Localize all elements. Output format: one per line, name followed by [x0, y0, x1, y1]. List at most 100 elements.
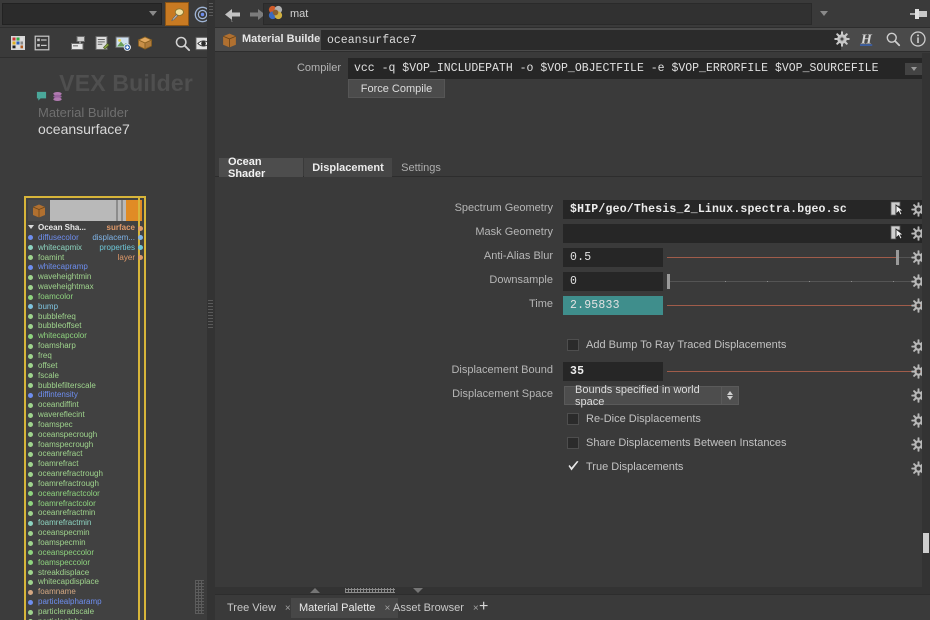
node-output-connector[interactable]	[138, 235, 143, 241]
node-param-row[interactable]: foamspecmin	[26, 538, 144, 548]
node-output-connector[interactable]	[138, 245, 143, 251]
node-input-connector[interactable]	[28, 402, 33, 408]
node-input-connector[interactable]	[28, 264, 33, 270]
node-param-row[interactable]: foamname	[26, 587, 144, 597]
network-path-field[interactable]: mat	[263, 3, 812, 25]
node-param-row[interactable]: foamsharp	[26, 341, 144, 351]
scrollbar-grip[interactable]	[345, 588, 395, 593]
network-scroll-grip[interactable]	[195, 580, 204, 614]
anti-alias-blur-slider[interactable]	[667, 248, 930, 267]
slider-handle[interactable]	[667, 274, 670, 289]
node-output-connector[interactable]	[138, 225, 143, 231]
bottom-tab-material-palette[interactable]: Material Palette ×	[291, 598, 399, 618]
node-parameter-list[interactable]: Ocean Sha... surface diffusecolor displacem…	[26, 223, 144, 620]
anti-alias-blur-input[interactable]: 0.5	[563, 248, 663, 267]
node-param-row[interactable]: whitecapramp	[26, 262, 144, 272]
node-param-row[interactable]: freq	[26, 351, 144, 361]
node-input-connector[interactable]	[28, 373, 33, 379]
back-arrow-icon[interactable]	[223, 7, 241, 22]
operator-name-input[interactable]: oceansurface7	[321, 30, 841, 50]
node-param-row[interactable]: foamrefract	[26, 459, 144, 469]
node-param-row[interactable]: offset	[26, 361, 144, 371]
node-input-connector[interactable]	[28, 392, 33, 398]
node-param-row[interactable]: foamrefractmin	[26, 518, 144, 528]
scrollbar-thumb[interactable]	[923, 533, 929, 553]
chevron-down-icon[interactable]	[149, 11, 157, 16]
add-tab-button[interactable]: +	[479, 599, 488, 615]
node-input-connector[interactable]	[28, 589, 33, 595]
time-slider[interactable]	[667, 296, 930, 315]
node-input-connector[interactable]	[28, 314, 33, 320]
node-output-connector[interactable]	[138, 255, 143, 261]
displacement-bound-slider[interactable]	[667, 362, 930, 381]
node-titlebar[interactable]	[28, 200, 142, 221]
node-input-connector[interactable]	[28, 609, 33, 615]
notes-icon[interactable]	[92, 33, 112, 53]
pin-icon[interactable]	[910, 6, 928, 25]
compiler-input[interactable]: vcc -q $VOP_INCLUDEPATH -o $VOP_OBJECTFI…	[348, 58, 930, 79]
search-icon[interactable]	[172, 33, 192, 53]
node-param-row[interactable]: particlealpharamp	[26, 597, 144, 607]
node-param-row[interactable]: bump	[26, 302, 144, 312]
mask-geometry-input[interactable]	[563, 224, 930, 243]
node-input-connector[interactable]	[28, 540, 33, 546]
brush-icon[interactable]	[165, 2, 189, 26]
displacement-bound-input[interactable]: 35	[563, 362, 663, 381]
node-param-row[interactable]: particleradscale	[26, 607, 144, 617]
node-input-connector[interactable]	[28, 471, 33, 477]
node-param-row[interactable]: foamspec	[26, 420, 144, 430]
node-input-connector[interactable]	[28, 383, 33, 389]
parameter-horizontal-scrollbar[interactable]	[215, 587, 930, 594]
node-input-connector[interactable]	[28, 422, 33, 428]
node-input-connector[interactable]	[28, 255, 33, 261]
geometry-picker-icon[interactable]	[889, 224, 906, 241]
tab-settings[interactable]: Settings	[393, 158, 449, 177]
node-param-row[interactable]: foamint layer	[26, 253, 144, 263]
node-input-connector[interactable]	[28, 412, 33, 418]
bottom-tab-tree-view[interactable]: Tree View ×	[219, 598, 299, 618]
node-input-connector[interactable]	[28, 530, 33, 536]
node-param-row[interactable]: fscale	[26, 371, 144, 381]
node-input-connector[interactable]	[28, 442, 33, 448]
node-param-row[interactable]: streakdisplace	[26, 568, 144, 578]
downsample-input[interactable]: 0	[563, 272, 663, 291]
node-input-connector[interactable]	[28, 550, 33, 556]
node-input-connector[interactable]	[28, 363, 33, 369]
share-displacements-checkbox[interactable]	[567, 437, 579, 449]
parameter-vertical-scrollbar[interactable]	[922, 53, 930, 587]
force-compile-button[interactable]: Force Compile	[348, 79, 445, 98]
box-icon[interactable]	[135, 33, 155, 53]
tab-ocean-shader[interactable]: Ocean Shader	[219, 156, 303, 180]
spectrum-geometry-input[interactable]: $HIP/geo/Thesis_2_Linux.spectra.bgeo.sc	[563, 200, 930, 219]
gear-icon[interactable]	[834, 31, 850, 50]
slider-handle[interactable]	[896, 250, 899, 265]
node-input-connector[interactable]	[28, 511, 33, 517]
node-param-row[interactable]: oceanrefractmin	[26, 508, 144, 518]
chevron-down-icon[interactable]	[28, 225, 34, 229]
geometry-picker-icon[interactable]	[889, 200, 906, 217]
node-param-row[interactable]: foamspeccolor	[26, 558, 144, 568]
node-input-connector[interactable]	[28, 452, 33, 457]
chevron-down-icon[interactable]	[820, 11, 828, 16]
node-input-connector[interactable]	[28, 570, 33, 576]
node-param-row[interactable]: oceanrefract	[26, 449, 144, 459]
node-input-connector[interactable]	[28, 284, 33, 290]
tab-displacement[interactable]: Displacement	[304, 158, 392, 177]
node-input-connector[interactable]	[28, 343, 33, 349]
panel-splitter[interactable]	[207, 0, 215, 620]
node-param-row[interactable]: whitecapdisplace	[26, 577, 144, 587]
node-input-connector[interactable]	[28, 520, 33, 526]
node-input-connector[interactable]	[28, 501, 33, 507]
node-param-row[interactable]: foamcolor	[26, 292, 144, 302]
list-view-icon[interactable]	[32, 33, 52, 53]
node-param-row[interactable]: waveheightmin	[26, 272, 144, 282]
node-input-connector[interactable]	[28, 491, 33, 497]
node-input-connector[interactable]	[28, 560, 33, 566]
node-input-connector[interactable]	[28, 432, 33, 438]
re-dice-checkbox[interactable]	[567, 413, 579, 425]
scroll-arrow-down-icon[interactable]	[413, 588, 423, 593]
scroll-arrow-up-icon[interactable]	[310, 588, 320, 593]
node-param-row[interactable]: whitecapcolor	[26, 331, 144, 341]
node-param-row[interactable]: Ocean Sha... surface	[26, 223, 144, 233]
close-icon[interactable]: ×	[473, 603, 479, 614]
